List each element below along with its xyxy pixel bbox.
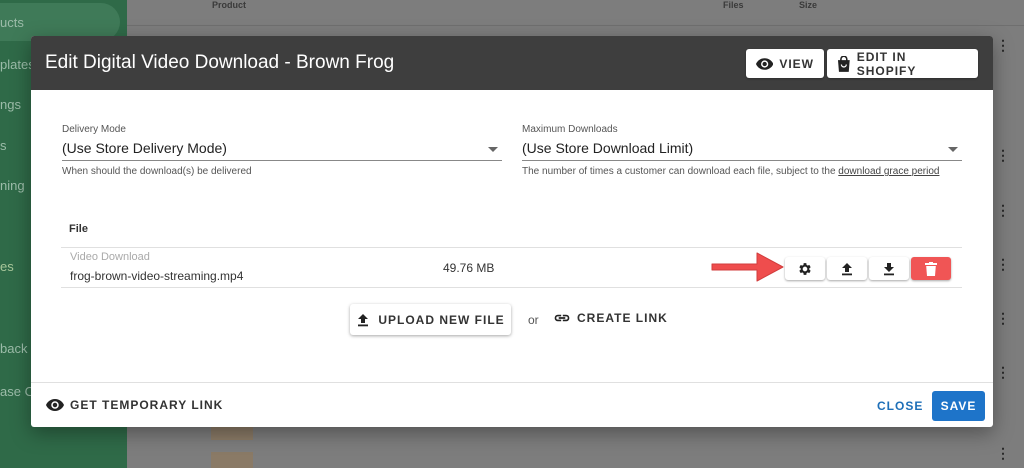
- max-downloads-field: Maximum Downloads (Use Store Download Li…: [522, 124, 962, 177]
- max-downloads-help-text: The number of times a customer can downl…: [522, 166, 839, 177]
- modal-header: Edit Digital Video Download - Brown Frog…: [31, 36, 993, 90]
- sidebar-item-release[interactable]: ase C: [0, 384, 34, 399]
- edit-in-shopify-label: EDIT IN SHOPIFY: [856, 49, 917, 78]
- file-size: 49.76 MB: [443, 261, 495, 275]
- download-grace-period-link[interactable]: download grace period: [838, 166, 939, 177]
- upload-new-file-button[interactable]: UPLOAD NEW FILE: [350, 304, 511, 335]
- kebab-menu-icon[interactable]: ⋮: [996, 148, 1010, 162]
- sidebar-item-es[interactable]: es: [0, 259, 14, 274]
- header-files: Files: [723, 0, 744, 10]
- view-button-label: VIEW: [779, 56, 814, 71]
- upload-icon: [842, 262, 852, 275]
- delivery-mode-label: Delivery Mode: [62, 124, 126, 135]
- kebab-menu-icon[interactable]: ⋮: [996, 38, 1010, 52]
- max-downloads-label: Maximum Downloads: [522, 124, 618, 135]
- product-thumbnail: [211, 452, 253, 468]
- max-downloads-help: The number of times a customer can downl…: [522, 166, 962, 177]
- max-downloads-value: (Use Store Download Limit): [522, 140, 694, 156]
- sidebar-item-feedback[interactable]: back: [0, 341, 27, 356]
- arrow-pointer-icon: [711, 252, 784, 282]
- get-temporary-link-label: GET TEMPORARY LINK: [70, 398, 224, 412]
- sidebar-item-s[interactable]: s: [0, 138, 7, 153]
- sidebar-item-products[interactable]: ucts: [0, 15, 24, 30]
- eye-icon: [46, 399, 64, 411]
- download-icon: [884, 262, 894, 275]
- delivery-mode-field: Delivery Mode (Use Store Delivery Mode) …: [62, 124, 502, 177]
- edit-in-shopify-button[interactable]: EDIT IN SHOPIFY: [827, 49, 978, 78]
- file-settings-button[interactable]: [785, 257, 825, 280]
- sidebar-item-templates[interactable]: plates: [0, 57, 35, 72]
- table-divider: [127, 25, 1024, 26]
- gear-icon: [799, 262, 811, 275]
- sidebar-item-ning[interactable]: ning: [0, 178, 25, 193]
- footer-divider: [31, 382, 993, 383]
- delivery-mode-value: (Use Store Delivery Mode): [62, 140, 227, 156]
- divider: [61, 247, 962, 248]
- file-name: frog-brown-video-streaming.mp4: [70, 269, 244, 283]
- modal-title: Edit Digital Video Download - Brown Frog: [45, 52, 395, 73]
- close-button[interactable]: CLOSE: [877, 399, 923, 413]
- eye-icon: [756, 57, 774, 70]
- create-link-label: CREATE LINK: [577, 311, 668, 325]
- delivery-mode-select[interactable]: (Use Store Delivery Mode): [62, 137, 502, 161]
- create-link-button[interactable]: CREATE LINK: [553, 311, 668, 325]
- upload-new-file-label: UPLOAD NEW FILE: [378, 312, 505, 327]
- edit-download-modal: Edit Digital Video Download - Brown Frog…: [31, 36, 993, 427]
- max-downloads-select[interactable]: (Use Store Download Limit): [522, 137, 962, 161]
- or-separator: or: [528, 313, 539, 327]
- kebab-menu-icon[interactable]: ⋮: [996, 203, 1010, 217]
- replace-file-button[interactable]: [827, 257, 867, 280]
- kebab-menu-icon[interactable]: ⋮: [996, 446, 1010, 460]
- upload-icon: [358, 313, 369, 326]
- view-button[interactable]: VIEW: [746, 49, 824, 78]
- kebab-menu-icon[interactable]: ⋮: [996, 311, 1010, 325]
- kebab-menu-icon[interactable]: ⋮: [996, 257, 1010, 271]
- dropdown-caret-icon: [948, 147, 958, 152]
- trash-icon: [925, 261, 937, 276]
- link-icon: [554, 314, 570, 322]
- products-table-header: Product Files Size: [127, 0, 1024, 14]
- divider: [61, 287, 962, 288]
- shopping-bag-icon: [837, 55, 850, 72]
- file-type-label: Video Download: [70, 251, 150, 263]
- header-product: Product: [212, 0, 247, 10]
- kebab-menu-icon[interactable]: ⋮: [996, 365, 1010, 379]
- download-file-button[interactable]: [869, 257, 909, 280]
- save-button[interactable]: SAVE: [932, 391, 985, 421]
- get-temporary-link-button[interactable]: GET TEMPORARY LINK: [46, 398, 223, 412]
- delivery-mode-help: When should the download(s) be delivered: [62, 166, 252, 177]
- dropdown-caret-icon: [488, 147, 498, 152]
- sidebar-item-settings[interactable]: ngs: [0, 97, 21, 112]
- delete-file-button[interactable]: [911, 257, 951, 280]
- header-size: Size: [799, 0, 818, 10]
- file-column-header: File: [69, 223, 88, 235]
